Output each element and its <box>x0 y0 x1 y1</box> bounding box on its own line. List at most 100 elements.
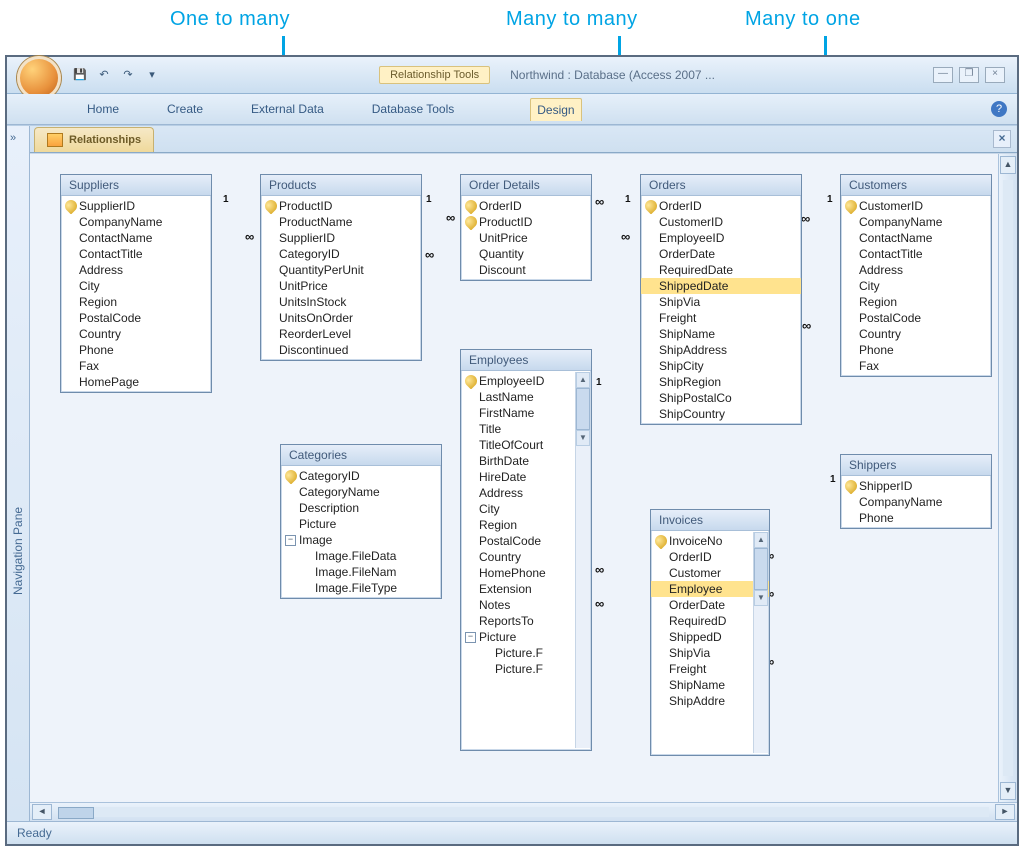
table-field[interactable]: OrderDate <box>641 246 801 262</box>
table-field[interactable]: ProductName <box>261 214 421 230</box>
table-title[interactable]: Products <box>261 175 421 196</box>
scroll-right-icon[interactable]: ► <box>995 804 1015 820</box>
table-field[interactable]: Quantity <box>461 246 591 262</box>
table-title[interactable]: Customers <box>841 175 991 196</box>
table-field[interactable]: Image.FileNam <box>281 564 441 580</box>
table-field[interactable]: Employee <box>651 581 769 597</box>
table-products[interactable]: Products ProductIDProductNameSupplierIDCa… <box>260 174 422 361</box>
table-field[interactable]: Fax <box>61 358 211 374</box>
qat-more-icon[interactable]: ▾ <box>143 66 161 84</box>
table-field[interactable]: HireDate <box>461 469 591 485</box>
table-field[interactable]: CustomerID <box>841 198 991 214</box>
table-field[interactable]: ShipAddress <box>641 342 801 358</box>
table-field[interactable]: Title <box>461 421 591 437</box>
table-field[interactable]: SupplierID <box>61 198 211 214</box>
table-field[interactable]: Address <box>461 485 591 501</box>
table-field[interactable]: BirthDate <box>461 453 591 469</box>
table-field[interactable]: CompanyName <box>61 214 211 230</box>
table-field[interactable]: TitleOfCourt <box>461 437 591 453</box>
table-field[interactable]: ProductID <box>461 214 591 230</box>
table-field[interactable]: Picture <box>281 516 441 532</box>
table-field[interactable]: ShipVia <box>651 645 769 661</box>
relationships-canvas[interactable]: 1 ∞ 1 ∞ ∞ 1 ∞ 1 ∞ 1 1 ∞ ∞ 1 ∞ ∞ ∞ ∞ ∞ <box>30 153 1017 802</box>
table-orderdetails[interactable]: Order Details OrderIDProductIDUnitPriceQu… <box>460 174 592 281</box>
restore-button[interactable]: ❐ <box>959 67 979 83</box>
table-field[interactable]: ShippedD <box>651 629 769 645</box>
table-title[interactable]: Invoices <box>651 510 769 531</box>
expand-toggle-icon[interactable]: − <box>465 632 476 643</box>
table-field[interactable]: ShipName <box>641 326 801 342</box>
table-field[interactable]: ProductID <box>261 198 421 214</box>
table-field[interactable]: CompanyName <box>841 494 991 510</box>
table-field[interactable]: Image.FileData <box>281 548 441 564</box>
table-field[interactable]: CategoryName <box>281 484 441 500</box>
scroll-thumb[interactable] <box>58 807 94 819</box>
document-tab-relationships[interactable]: Relationships <box>34 127 154 152</box>
table-field[interactable]: PostalCode <box>841 310 991 326</box>
qat-redo-icon[interactable]: ↷ <box>119 66 137 84</box>
table-field[interactable]: EmployeeID <box>641 230 801 246</box>
table-field[interactable]: HomePage <box>61 374 211 390</box>
table-employees[interactable]: EmployeesEmployeeIDLastNameFirstNameTitl… <box>460 349 592 751</box>
table-field[interactable]: CategoryID <box>261 246 421 262</box>
table-field[interactable]: Phone <box>841 342 991 358</box>
table-field[interactable]: −Image <box>281 532 441 548</box>
table-field[interactable]: Region <box>61 294 211 310</box>
table-field[interactable]: Description <box>281 500 441 516</box>
table-field[interactable]: City <box>61 278 211 294</box>
table-field[interactable]: ContactName <box>61 230 211 246</box>
table-field[interactable]: ReportsTo <box>461 613 591 629</box>
table-field[interactable]: Image.FileType <box>281 580 441 596</box>
table-field[interactable]: ReorderLevel <box>261 326 421 342</box>
canvas-horizontal-scrollbar[interactable]: ◄ ► <box>30 802 1017 821</box>
table-field[interactable]: Region <box>461 517 591 533</box>
table-field[interactable]: Discount <box>461 262 591 278</box>
table-suppliers[interactable]: Suppliers SupplierIDCompanyNameContactNam… <box>60 174 212 393</box>
table-field[interactable]: Freight <box>641 310 801 326</box>
table-field[interactable]: Extension <box>461 581 591 597</box>
table-field[interactable]: OrderID <box>651 549 769 565</box>
table-field[interactable]: Discontinued <box>261 342 421 358</box>
table-field[interactable]: ContactName <box>841 230 991 246</box>
table-field[interactable]: Phone <box>841 510 991 526</box>
table-field[interactable]: Notes <box>461 597 591 613</box>
table-title[interactable]: Suppliers <box>61 175 211 196</box>
table-field[interactable]: −Picture <box>461 629 591 645</box>
table-field[interactable]: CustomerID <box>641 214 801 230</box>
table-field[interactable]: PostalCode <box>461 533 591 549</box>
table-field[interactable]: Address <box>61 262 211 278</box>
table-title[interactable]: Order Details <box>461 175 591 196</box>
table-categories[interactable]: Categories CategoryIDCategoryNameDescript… <box>280 444 442 599</box>
table-field[interactable]: CategoryID <box>281 468 441 484</box>
table-field[interactable]: QuantityPerUnit <box>261 262 421 278</box>
table-field[interactable]: Fax <box>841 358 991 374</box>
table-field[interactable]: SupplierID <box>261 230 421 246</box>
table-field[interactable]: ShipCountry <box>641 406 801 422</box>
ribbon-tab-database-tools[interactable]: Database Tools <box>366 98 461 120</box>
help-icon[interactable]: ? <box>991 101 1007 117</box>
table-field[interactable]: Picture.F <box>461 661 591 677</box>
table-customers[interactable]: CustomersCustomerIDCompanyNameContactNam… <box>840 174 992 377</box>
table-field[interactable]: RequiredDate <box>641 262 801 278</box>
navigation-pane-collapsed[interactable]: » Navigation Pane <box>7 126 30 821</box>
table-shippers[interactable]: ShippersShipperIDCompanyNamePhone <box>840 454 992 529</box>
canvas-vertical-scrollbar[interactable]: ▲ ▼ <box>998 154 1017 802</box>
table-field[interactable]: RequiredD <box>651 613 769 629</box>
table-field[interactable]: Address <box>841 262 991 278</box>
table-field[interactable]: UnitPrice <box>461 230 591 246</box>
scroll-left-icon[interactable]: ◄ <box>32 804 52 820</box>
table-field[interactable]: ShippedDate <box>641 278 801 294</box>
table-title[interactable]: Categories <box>281 445 441 466</box>
table-field[interactable]: ShipCity <box>641 358 801 374</box>
ribbon-tab-external-data[interactable]: External Data <box>245 98 330 120</box>
table-field[interactable]: PostalCode <box>61 310 211 326</box>
document-close-button[interactable]: × <box>993 130 1011 148</box>
table-field[interactable]: OrderID <box>461 198 591 214</box>
ribbon-tab-create[interactable]: Create <box>161 98 209 120</box>
table-field[interactable]: ContactTitle <box>61 246 211 262</box>
table-field[interactable]: City <box>841 278 991 294</box>
table-field[interactable]: Picture.F <box>461 645 591 661</box>
minimize-button[interactable]: — <box>933 67 953 83</box>
scroll-down-icon[interactable]: ▼ <box>1000 782 1016 800</box>
qat-undo-icon[interactable]: ↶ <box>95 66 113 84</box>
